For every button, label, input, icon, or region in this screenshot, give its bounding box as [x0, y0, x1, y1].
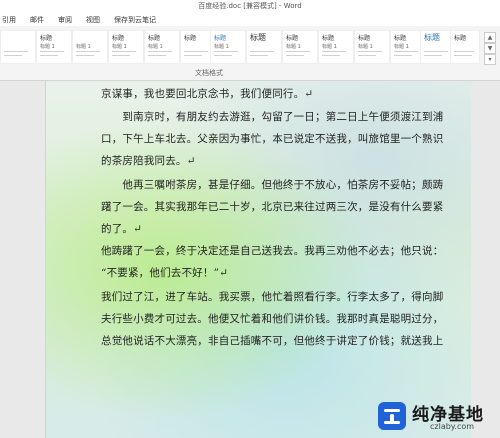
style-tile[interactable]: 标题 标题 1: [144, 30, 180, 64]
watermark: 纯净基地 czlaby.com: [378, 398, 500, 438]
style-tile[interactable]: [0, 30, 36, 64]
text-line: 京谋事，我也要回北京念书，我们便同行。↵: [101, 88, 314, 100]
style-tile[interactable]: 标题 标题 1: [318, 30, 354, 64]
watermark-url: czlaby.com: [430, 422, 475, 431]
menu-item-save-to-cloud-notes[interactable]: 保存到云笔记: [114, 15, 156, 25]
document-page[interactable]: 京谋事，我也要回北京念书，我们便同行。↵ 到南京时，有朋友约去游逛，勾留了一日；…: [45, 81, 471, 438]
gallery-scroll-down-icon[interactable]: ▼: [484, 43, 496, 54]
text-line: 夫行些小费才可过去。他便又忙着和他们讲价钱。我那时真是聪明过分，: [101, 313, 444, 325]
menu-item-mailings[interactable]: 邮件: [30, 15, 44, 25]
ribbon-group-label: 文档格式: [195, 69, 223, 77]
menu-bar: 引用 邮件 审阅 视图 保存到云笔记: [0, 12, 500, 26]
gallery-scroll-up-icon[interactable]: ▲: [484, 32, 496, 43]
ribbon-styles-gallery: 标题 标题 1 标题 1 标题 标题 1 标题 标题 1 标题 标题 标题 1 …: [0, 26, 500, 81]
text-line: 我们过了江，进了车站。我买票，他忙着照看行李。行李太多了，得向脚: [101, 291, 444, 303]
style-tile[interactable]: 标题 1: [72, 30, 108, 64]
menu-item-references[interactable]: 引用: [2, 15, 16, 25]
text-line: 他踌躇了一会，终于决定还是自己送我去。我再三劝他不必去；他只说：: [101, 245, 444, 257]
style-tile[interactable]: 标题 标题 1: [282, 30, 318, 64]
style-tile[interactable]: 标题 标题 1: [108, 30, 144, 64]
text-line: 躇了一会。其实我那年已二十岁，北京已来往过两三次，是没有什么要紧: [101, 201, 444, 213]
menu-item-review[interactable]: 审阅: [58, 15, 72, 25]
style-tile[interactable]: 标题 标题 1: [210, 30, 246, 64]
window-title: 百度经验.doc [兼容模式] - Word: [0, 0, 500, 12]
gallery-more-icon[interactable]: ▾: [484, 54, 496, 65]
style-tile[interactable]: 标题: [246, 30, 282, 64]
style-tile[interactable]: 标题 标题 1: [36, 30, 72, 64]
menu-item-view[interactable]: 视图: [86, 15, 100, 25]
text-line: 总觉他说话不大漂亮，非自己插嘴不可，但他终于讲定了价钱；就送我上: [101, 335, 444, 347]
text-line: 的茶房陪我同去。↵: [101, 155, 196, 167]
text-line: 的了。↵: [101, 223, 143, 235]
text-line: 他再三嘱咐茶房，甚是仔细。但他终于不放心，怕茶房不妥帖；颇踌: [101, 179, 444, 191]
site-logo-icon: [378, 402, 406, 430]
style-tile[interactable]: 标题: [450, 30, 480, 64]
text-line: 到南京时，有朋友约去游逛，勾留了一日；第二日上午便须渡江到浦: [101, 111, 444, 123]
text-line: “不要紧，他们去不好！”↵: [101, 267, 229, 279]
text-line: 口，下午上车北去。父亲因为事忙，本已说定不送我，叫旅馆里一个熟识: [101, 133, 444, 145]
style-tile[interactable]: 标题 标题 1: [354, 30, 390, 64]
